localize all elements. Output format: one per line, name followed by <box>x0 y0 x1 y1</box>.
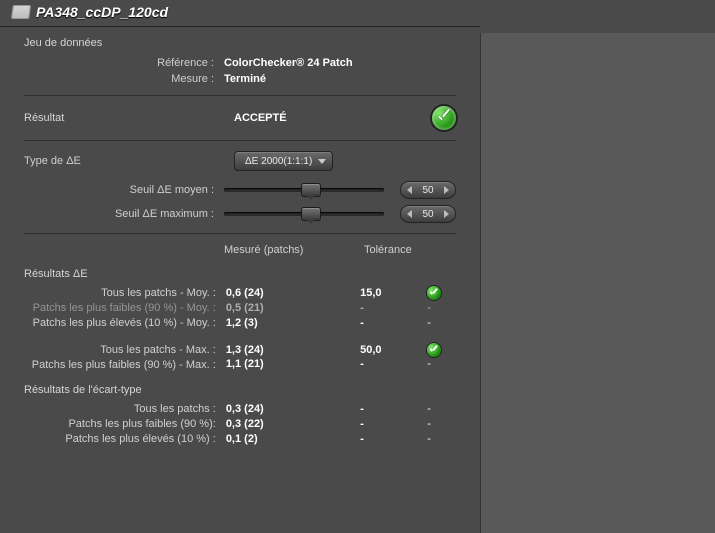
row-tolerance: - <box>360 432 427 447</box>
row-measured: 1,2 (3) <box>226 316 360 331</box>
measure-value: Terminé <box>224 73 266 85</box>
row-status <box>427 343 456 357</box>
side-panel <box>480 33 715 533</box>
max-threshold-slider[interactable] <box>224 212 384 216</box>
row-measured: 1,1 (21) <box>226 357 360 372</box>
chevron-left-icon <box>407 210 412 218</box>
chevron-right-icon <box>444 186 449 194</box>
row-measured: 0,3 (22) <box>226 417 360 432</box>
chevron-down-icon <box>318 159 326 164</box>
reference-value: ColorChecker® 24 Patch <box>224 57 353 69</box>
row-measured: 0,6 (24) <box>226 286 360 301</box>
result-value: ACCEPTÉ <box>234 112 432 124</box>
row-status: - <box>427 301 456 316</box>
stddev-results-heading: Résultats de l'écart-type <box>24 384 456 396</box>
row-tolerance: - <box>360 301 427 316</box>
row-tolerance: - <box>360 316 427 331</box>
row-status: - <box>427 402 456 417</box>
avg-threshold-stepper[interactable]: 50 <box>400 181 456 199</box>
row-tolerance: 15,0 <box>360 286 427 301</box>
check-icon <box>427 286 441 300</box>
result-row: Patchs les plus élevés (10 %) :0,1 (2)-- <box>24 432 456 447</box>
measure-label: Mesure : <box>24 73 224 85</box>
delta-e-results-heading: Résultats ΔE <box>24 268 456 280</box>
check-icon <box>427 343 441 357</box>
row-status: - <box>427 432 456 447</box>
row-label: Tous les patchs - Moy. : <box>24 286 226 300</box>
row-status: - <box>427 417 456 432</box>
reference-label: Référence : <box>24 57 224 69</box>
avg-threshold-slider[interactable] <box>224 188 384 192</box>
result-row: Tous les patchs - Max. :1,3 (24)50,0 <box>24 343 456 358</box>
row-measured: 0,5 (21) <box>226 301 360 316</box>
row-measured: 0,1 (2) <box>226 432 360 447</box>
dataset-heading: Jeu de données <box>24 37 456 49</box>
row-status: - <box>427 316 456 331</box>
row-label: Patchs les plus faibles (90 %): <box>24 417 226 431</box>
max-threshold-label: Seuil ΔE maximum : <box>24 208 224 220</box>
avg-threshold-label: Seuil ΔE moyen : <box>24 184 224 196</box>
col-measured: Mesuré (patchs) <box>224 244 364 256</box>
result-row: Patchs les plus faibles (90 %) - Moy. :0… <box>24 301 456 316</box>
chevron-left-icon <box>407 186 412 194</box>
title-bar: PA348_ccDP_120cd <box>0 0 480 27</box>
row-measured: 1,3 (24) <box>226 343 360 358</box>
result-row: Tous les patchs - Moy. :0,6 (24)15,0 <box>24 286 456 301</box>
result-row: Patchs les plus élevés (10 %) - Moy. :1,… <box>24 316 456 331</box>
result-label: Résultat <box>24 112 234 124</box>
row-label: Tous les patchs - Max. : <box>24 343 226 357</box>
delta-e-type-selected: ΔE 2000(1:1:1) <box>245 156 312 167</box>
row-tolerance: - <box>360 417 427 432</box>
result-row: Tous les patchs :0,3 (24)-- <box>24 402 456 417</box>
row-tolerance: - <box>360 357 427 372</box>
column-headers: Mesuré (patchs) Tolérance <box>24 244 456 256</box>
page-title: PA348_ccDP_120cd <box>36 4 168 20</box>
avg-threshold-value: 50 <box>417 185 438 196</box>
document-icon <box>11 5 31 19</box>
delta-e-type-label: Type de ΔE <box>24 155 234 167</box>
result-row: Patchs les plus faibles (90 %) - Max. :1… <box>24 357 456 372</box>
row-tolerance: 50,0 <box>360 343 427 358</box>
row-measured: 0,3 (24) <box>226 402 360 417</box>
col-tolerance: Tolérance <box>364 244 444 256</box>
check-circle-icon <box>432 106 456 130</box>
row-status <box>427 286 456 300</box>
delta-e-type-dropdown[interactable]: ΔE 2000(1:1:1) <box>234 151 333 171</box>
row-label: Patchs les plus faibles (90 %) - Max. : <box>24 358 226 372</box>
result-row: Patchs les plus faibles (90 %):0,3 (22)-… <box>24 417 456 432</box>
max-threshold-value: 50 <box>417 209 438 220</box>
row-label: Patchs les plus élevés (10 %) : <box>24 432 226 446</box>
row-status: - <box>427 357 456 372</box>
row-label: Tous les patchs : <box>24 402 226 416</box>
row-label: Patchs les plus élevés (10 %) - Moy. : <box>24 316 226 330</box>
chevron-right-icon <box>444 210 449 218</box>
max-threshold-stepper[interactable]: 50 <box>400 205 456 223</box>
row-label: Patchs les plus faibles (90 %) - Moy. : <box>24 301 226 315</box>
row-tolerance: - <box>360 402 427 417</box>
